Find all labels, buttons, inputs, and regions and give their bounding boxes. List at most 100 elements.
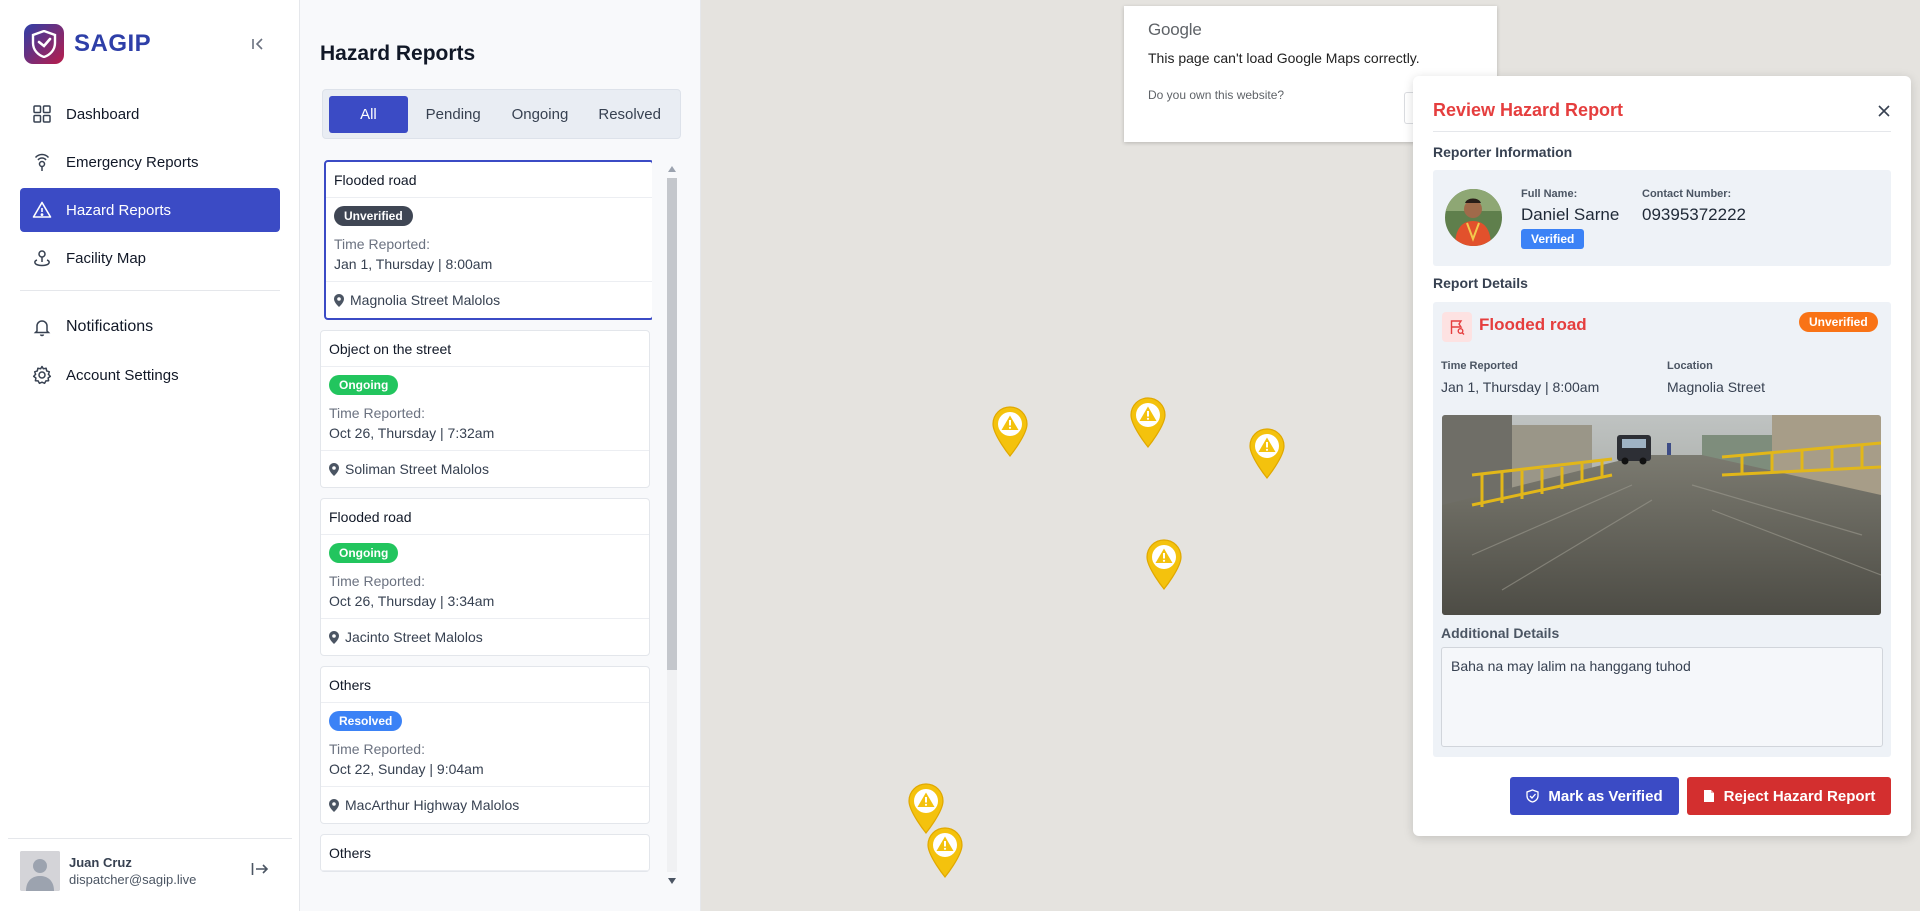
report-title: Object on the street (321, 331, 649, 367)
full-name-label: Full Name: (1521, 188, 1578, 200)
brand[interactable]: SAGIP (24, 24, 151, 64)
collapse-sidebar-icon[interactable] (248, 34, 268, 54)
report-title: Others (321, 667, 649, 703)
report-card[interactable]: Others Resolved Time Reported: Oct 22, S… (320, 666, 650, 824)
user-name: Juan Cruz (69, 855, 132, 870)
report-title: Flooded road (321, 499, 649, 535)
report-title: Others (321, 835, 649, 871)
signal-icon (34, 153, 50, 171)
report-card[interactable]: Flooded road Ongoing Time Reported: Oct … (320, 498, 650, 656)
report-location: Magnolia Street Malolos (350, 292, 501, 308)
page-title: Hazard Reports (320, 42, 476, 65)
sidebar-item-dashboard[interactable]: Dashboard (20, 92, 280, 136)
status-badge: Unverified (334, 206, 413, 226)
time-value: Oct 26, Thursday | 3:34am (329, 593, 495, 609)
location-pin-icon (329, 462, 339, 476)
sidebar-item-facility-map[interactable]: Facility Map (20, 236, 280, 280)
tab-all[interactable]: All (329, 95, 408, 133)
hazard-reports-panel: Hazard Reports All Pending Ongoing Resol… (300, 0, 701, 911)
time-label: Time Reported: (329, 405, 425, 421)
sidebar-item-hazard-reports[interactable]: Hazard Reports (20, 188, 280, 232)
sidebar-nav: Dashboard Emergency Reports Hazard Repor… (20, 92, 280, 401)
user-profile: Juan Cruz dispatcher@sagip.live (8, 838, 292, 891)
reject-hazard-report-button[interactable]: Reject Hazard Report (1687, 777, 1891, 815)
warning-icon (32, 201, 52, 218)
report-location: Soliman Street Malolos (345, 461, 489, 477)
gear-icon (32, 365, 52, 385)
map-error-message: This page can't load Google Maps correct… (1148, 50, 1420, 66)
report-list: Flooded road Unverified Time Reported: J… (320, 160, 652, 911)
divider (1433, 131, 1891, 132)
shield-check-icon (1526, 789, 1540, 803)
location-pin-icon (329, 798, 339, 812)
additional-details-label: Additional Details (1441, 625, 1560, 641)
status-badge: Resolved (329, 711, 403, 731)
reject-hazard-report-label: Reject Hazard Report (1723, 787, 1876, 805)
review-hazard-report-panel: Review Hazard Report Reporter Informatio… (1413, 76, 1911, 836)
report-details-card: Flooded road Unverified Time Reported Ja… (1433, 302, 1891, 757)
status-badge: Ongoing (329, 543, 399, 563)
contact-number-label: Contact Number: (1642, 188, 1732, 200)
report-location: Jacinto Street Malolos (345, 629, 483, 645)
report-card[interactable]: Flooded road Unverified Time Reported: J… (324, 160, 652, 320)
report-card[interactable]: Object on the street Ongoing Time Report… (320, 330, 650, 488)
close-icon[interactable] (1874, 101, 1894, 121)
reporter-avatar (1445, 189, 1502, 246)
time-label: Time Reported: (334, 236, 430, 252)
sidebar: SAGIP Dashboard Emergency Reports Hazard… (0, 0, 300, 911)
hazard-pin-icon[interactable] (991, 405, 1029, 457)
hazard-photo[interactable] (1442, 415, 1881, 615)
status-badge: Ongoing (329, 375, 399, 395)
report-list-scrollbar[interactable] (664, 160, 680, 891)
hazard-pin-icon[interactable] (1248, 427, 1286, 479)
sidebar-item-label: Account Settings (66, 366, 179, 384)
sidebar-item-label: Hazard Reports (66, 201, 172, 219)
hazard-pin-icon[interactable] (1145, 538, 1183, 590)
tab-pending[interactable]: Pending (412, 96, 495, 133)
logout-icon[interactable] (251, 861, 269, 882)
status-filter-tabs: All Pending Ongoing Resolved (322, 89, 681, 139)
shield-logo-icon (24, 24, 64, 64)
time-value: Jan 1, Thursday | 8:00am (334, 256, 493, 272)
location-label: Location (1667, 360, 1713, 372)
tab-resolved[interactable]: Resolved (585, 96, 674, 133)
nav-divider (20, 290, 280, 291)
hazard-pin-icon[interactable] (926, 826, 964, 878)
reporter-section-label: Reporter Information (1433, 144, 1573, 160)
report-card[interactable]: Others (320, 834, 650, 872)
avatar[interactable] (20, 851, 60, 891)
sidebar-item-label: Facility Map (66, 249, 147, 267)
scroll-down-icon[interactable] (668, 878, 676, 884)
hazard-status-badge: Unverified (1799, 312, 1878, 332)
sidebar-item-emergency-reports[interactable]: Emergency Reports (20, 140, 280, 184)
location-value: Magnolia Street (1667, 379, 1766, 395)
time-label: Time Reported: (329, 741, 425, 757)
user-email: dispatcher@sagip.live (69, 872, 197, 887)
scroll-up-icon[interactable] (668, 166, 676, 172)
document-icon (1703, 790, 1714, 802)
sidebar-item-notifications[interactable]: Notifications (20, 305, 280, 349)
details-section-label: Report Details (1433, 275, 1528, 291)
report-location: MacArthur Highway Malolos (345, 797, 520, 813)
time-reported-value: Jan 1, Thursday | 8:00am (1441, 379, 1600, 395)
hazard-pin-icon[interactable] (1129, 396, 1167, 448)
tab-ongoing[interactable]: Ongoing (499, 96, 582, 133)
bell-icon (33, 320, 51, 337)
review-title: Review Hazard Report (1433, 100, 1624, 120)
sidebar-item-label: Dashboard (66, 105, 140, 123)
hazard-title: Flooded road (1479, 315, 1587, 334)
report-title: Flooded road (326, 162, 652, 198)
scroll-thumb[interactable] (667, 178, 677, 670)
location-pin-icon (334, 293, 344, 307)
flag-icon (1442, 312, 1472, 342)
map-pin-icon (34, 250, 50, 267)
mark-as-verified-button[interactable]: Mark as Verified (1510, 777, 1679, 815)
sidebar-item-account-settings[interactable]: Account Settings (20, 353, 280, 397)
time-reported-label: Time Reported (1441, 360, 1518, 372)
mark-as-verified-label: Mark as Verified (1548, 787, 1663, 805)
sidebar-item-label: Notifications (66, 318, 154, 335)
reporter-card: Full Name: Daniel Sarne Verified Contact… (1433, 170, 1891, 266)
brand-name: SAGIP (74, 30, 152, 57)
additional-details-text[interactable]: Baha na may lalim na hanggang tuhod (1441, 647, 1883, 747)
google-logo: Google (1148, 20, 1202, 39)
